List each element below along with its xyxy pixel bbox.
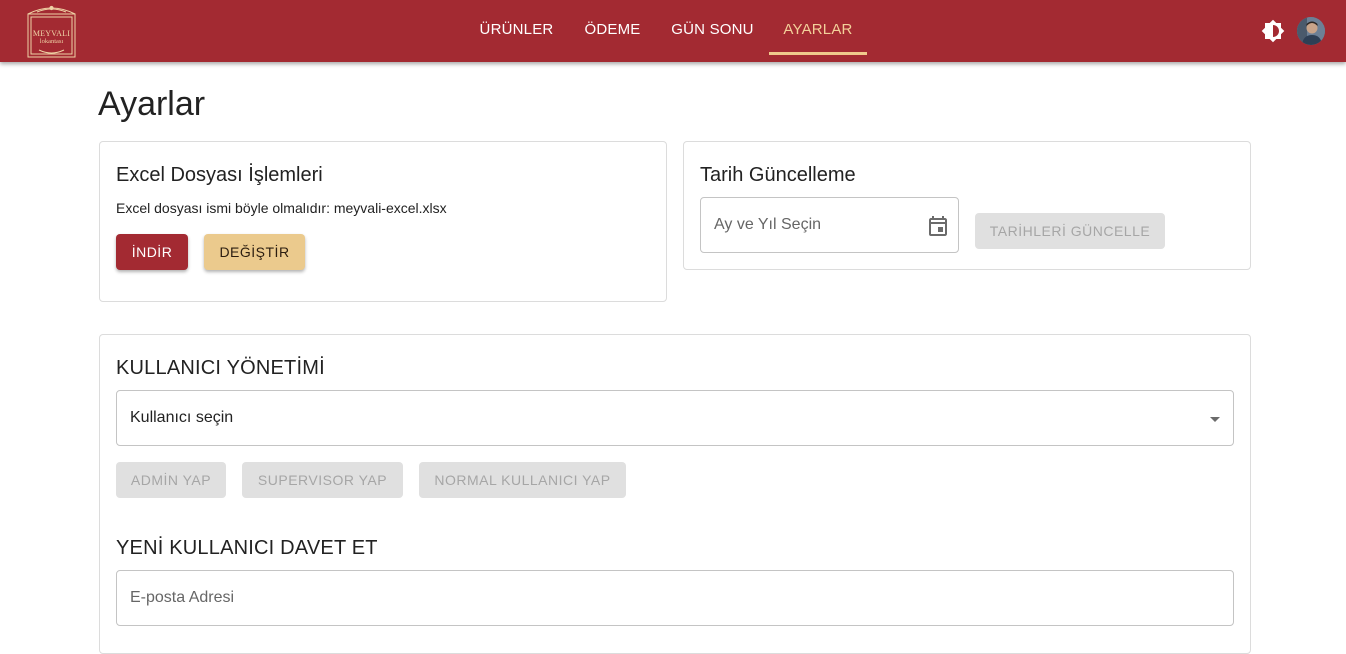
- user-avatar[interactable]: [1297, 17, 1325, 45]
- excel-filename-hint: Excel dosyası ismi böyle olmalıdır: meyv…: [116, 200, 447, 216]
- change-button[interactable]: DEĞİŞTİR: [204, 234, 305, 270]
- tab-urunler[interactable]: ÜRÜNLER: [470, 0, 563, 55]
- month-year-picker[interactable]: Ay ve Yıl Seçin: [700, 197, 959, 253]
- user-management-card: KULLANICI YÖNETİMİ Kullanıcı seçin ADMİN…: [99, 334, 1251, 654]
- invite-user-title: YENİ KULLANICI DAVET ET: [116, 537, 378, 559]
- app-bar: MEYVALI lokantası ÜRÜNLER ÖDEME GÜN SONU…: [0, 0, 1346, 62]
- brightness-icon[interactable]: [1261, 19, 1285, 43]
- user-select-placeholder: Kullanıcı seçin: [130, 409, 234, 426]
- brand-logo[interactable]: MEYVALI lokantası: [25, 4, 78, 59]
- email-placeholder: E-posta Adresi: [130, 589, 235, 606]
- update-dates-button[interactable]: TARİHLERİ GÜNCELLE: [975, 213, 1165, 249]
- date-card-title: Tarih Güncelleme: [700, 164, 856, 186]
- user-select[interactable]: Kullanıcı seçin: [116, 390, 1234, 446]
- page-title: Ayarlar: [98, 85, 206, 123]
- user-management-title: KULLANICI YÖNETİMİ: [116, 357, 325, 379]
- tab-ayarlar[interactable]: AYARLAR: [769, 0, 867, 55]
- calendar-icon[interactable]: [926, 214, 950, 238]
- make-normal-user-button[interactable]: NORMAL KULLANICI YAP: [419, 462, 626, 498]
- logo-subtitle: lokantası: [39, 38, 64, 45]
- make-admin-button[interactable]: ADMİN YAP: [116, 462, 226, 498]
- excel-card-title: Excel Dosyası İşlemleri: [116, 164, 323, 186]
- active-tab-indicator: [769, 52, 867, 55]
- make-supervisor-button[interactable]: SUPERVISOR YAP: [242, 462, 403, 498]
- tab-gun-sonu[interactable]: GÜN SONU: [662, 0, 763, 55]
- arrow-drop-down-icon[interactable]: [1203, 407, 1227, 431]
- month-year-placeholder: Ay ve Yıl Seçin: [714, 216, 822, 233]
- logo-title: MEYVALI: [32, 29, 71, 38]
- excel-card: Excel Dosyası İşlemleri Excel dosyası is…: [99, 141, 667, 302]
- date-update-card: Tarih Güncelleme Ay ve Yıl Seçin TARİHLE…: [683, 141, 1251, 270]
- email-field[interactable]: E-posta Adresi: [116, 570, 1234, 626]
- tab-odeme[interactable]: ÖDEME: [574, 0, 651, 55]
- download-button[interactable]: İNDİR: [116, 234, 188, 270]
